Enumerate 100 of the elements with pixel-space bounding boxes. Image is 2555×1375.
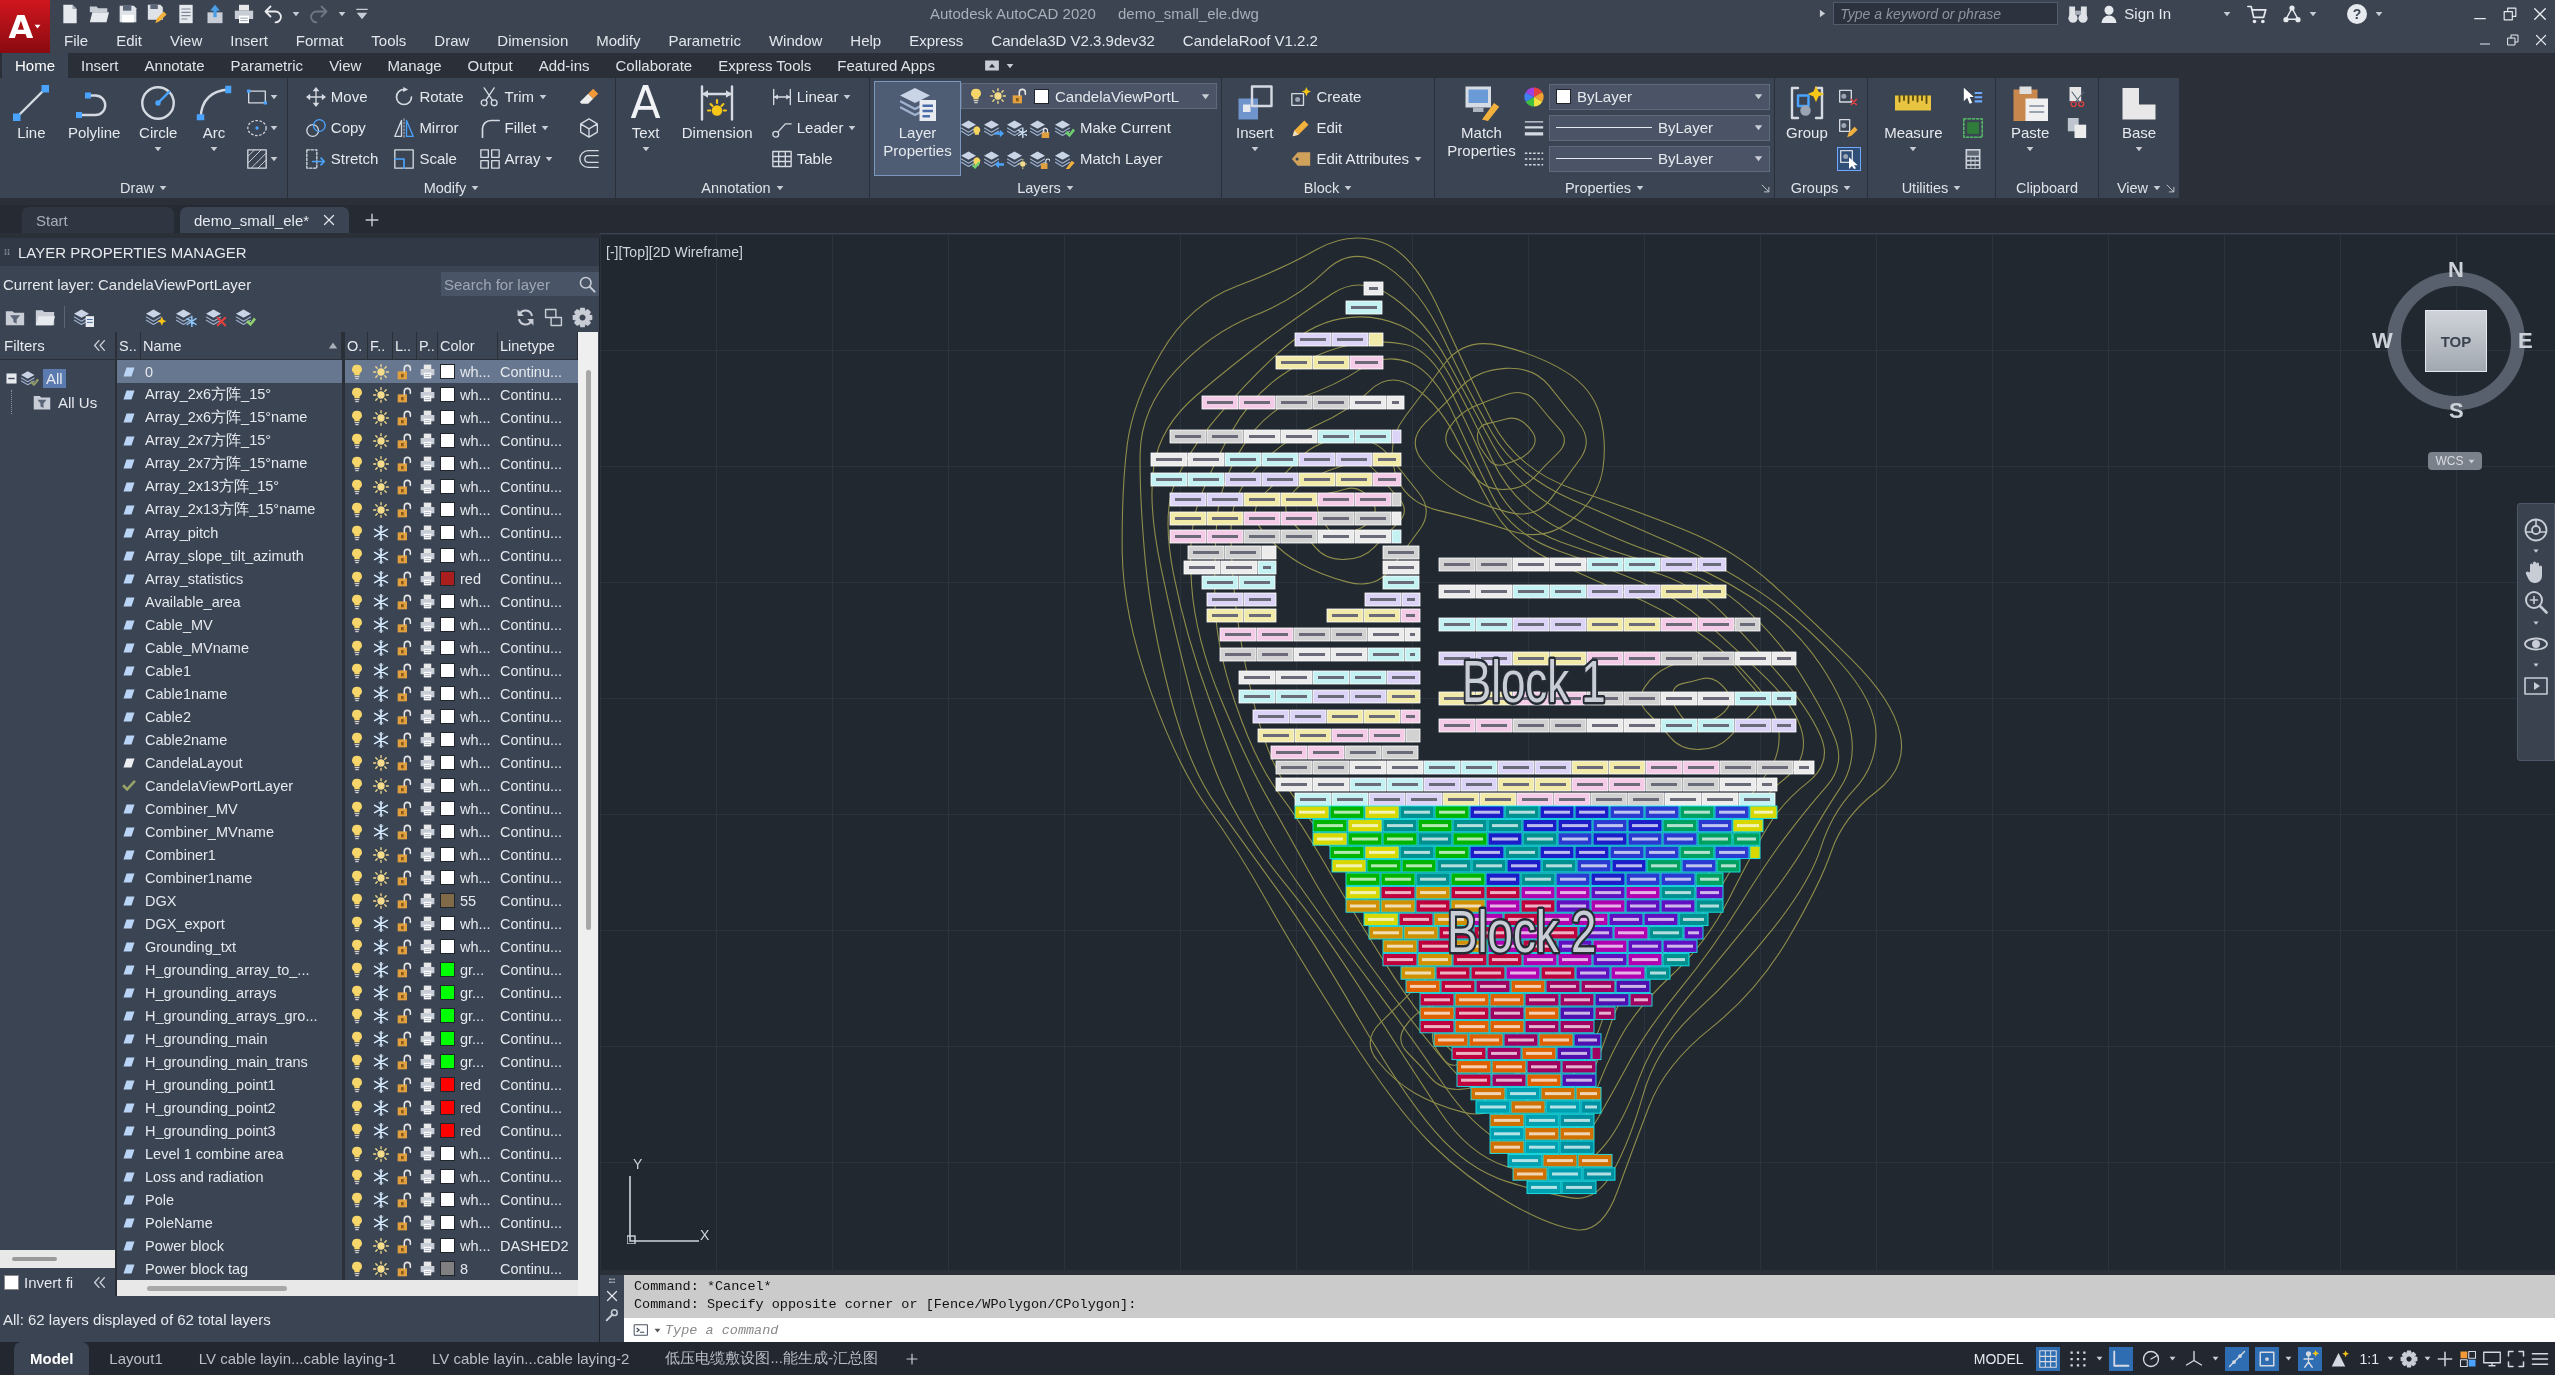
printer-icon[interactable] xyxy=(420,801,435,816)
snowflake-icon[interactable] xyxy=(372,731,389,748)
ribbon-button[interactable]: Match Properties xyxy=(1439,81,1524,176)
open-padlock-icon[interactable] xyxy=(397,984,413,1001)
open-padlock-icon[interactable] xyxy=(397,1260,413,1277)
caret-icon[interactable] xyxy=(2387,1355,2394,1362)
sun-icon[interactable] xyxy=(372,363,389,380)
sun-icon[interactable] xyxy=(372,409,389,426)
linetype-name[interactable]: Continu... xyxy=(498,662,578,679)
printer-icon[interactable] xyxy=(420,1077,435,1092)
open-padlock-icon[interactable] xyxy=(397,961,413,978)
linetype-name[interactable]: Continu... xyxy=(498,938,578,955)
open-padlock-icon[interactable] xyxy=(397,1076,413,1093)
viewport-control[interactable]: [2D Wireframe] xyxy=(648,244,743,260)
linetype-name[interactable]: Continu... xyxy=(498,1122,578,1139)
snowflake-icon[interactable] xyxy=(372,1030,389,1047)
linetype-name[interactable]: Continu... xyxy=(498,1145,578,1162)
open-padlock-icon[interactable] xyxy=(397,685,413,702)
linetype-name[interactable]: Continu... xyxy=(498,1099,578,1116)
color-swatch[interactable] xyxy=(440,1123,455,1138)
monitor-icon[interactable] xyxy=(2483,1349,2501,1368)
panel-title[interactable]: Block xyxy=(1303,180,1353,196)
caret-icon[interactable] xyxy=(2533,620,2539,626)
snowflake-icon[interactable] xyxy=(372,1191,389,1208)
dashed-square-icon[interactable] xyxy=(1962,117,1983,138)
color-swatch[interactable] xyxy=(440,663,455,678)
tool-button[interactable]: Make Current xyxy=(1053,112,1173,143)
file-tab[interactable]: demo_small_ele* xyxy=(180,207,350,233)
column-header[interactable]: P.. xyxy=(417,332,438,359)
tool-button[interactable]: Fillet xyxy=(477,112,556,143)
sun-icon[interactable] xyxy=(372,846,389,863)
linetype-name[interactable]: Continu... xyxy=(498,386,578,403)
linetype-name[interactable]: Continu... xyxy=(498,363,578,380)
color-swatch[interactable] xyxy=(440,387,455,402)
panel-title[interactable]: Draw xyxy=(120,180,167,196)
tool-button[interactable]: Move xyxy=(303,81,381,112)
linetype-name[interactable]: Continu... xyxy=(498,1260,578,1277)
horizontal-scrollbar[interactable] xyxy=(117,1280,578,1296)
linetype-name[interactable]: Continu... xyxy=(498,432,578,449)
snowflake-icon[interactable] xyxy=(372,616,389,633)
printer-icon[interactable] xyxy=(420,1192,435,1207)
tool-button[interactable]: Table xyxy=(769,143,859,174)
ribbon-button[interactable]: Measure xyxy=(1880,81,1947,176)
menu-item[interactable]: Express xyxy=(895,27,978,53)
layer-cross-icon[interactable] xyxy=(205,307,227,327)
triangle-nodes-icon[interactable] xyxy=(2283,4,2301,23)
upload-icon[interactable] xyxy=(205,3,225,24)
open-padlock-icon[interactable] xyxy=(397,1007,413,1024)
open-padlock-icon[interactable] xyxy=(397,478,413,495)
printer-icon[interactable] xyxy=(420,594,435,609)
caret-icon[interactable] xyxy=(338,9,346,18)
color-swatch[interactable] xyxy=(440,985,455,1000)
open-padlock-icon[interactable] xyxy=(397,524,413,541)
tool-button[interactable]: Copy xyxy=(303,112,381,143)
linetype-name[interactable]: Continu... xyxy=(498,915,578,932)
linetype-name[interactable]: Continu... xyxy=(498,1168,578,1185)
printer-icon[interactable] xyxy=(420,663,435,678)
linetype-name[interactable]: Continu... xyxy=(498,708,578,725)
snowflake-icon[interactable] xyxy=(372,685,389,702)
command-prompt-icon[interactable] xyxy=(632,1323,650,1337)
tool-button[interactable]: Match Layer xyxy=(1053,143,1165,174)
copy-pages-icon[interactable] xyxy=(2067,117,2088,138)
tool-button[interactable]: Mirror xyxy=(392,112,466,143)
linetype-name[interactable]: Continu... xyxy=(498,1214,578,1231)
customize-icon[interactable] xyxy=(355,6,369,21)
printer-icon[interactable] xyxy=(420,870,435,885)
snowflake-icon[interactable] xyxy=(372,1122,389,1139)
printer-icon[interactable] xyxy=(420,617,435,632)
linetype-name[interactable]: Continu... xyxy=(498,455,578,472)
printer-icon[interactable] xyxy=(420,1215,435,1230)
close-icon[interactable] xyxy=(2533,6,2547,21)
open-padlock-icon[interactable] xyxy=(397,639,413,656)
ribbon-tab[interactable]: View xyxy=(316,53,375,78)
printer-icon[interactable] xyxy=(420,640,435,655)
steering-wheel-icon[interactable] xyxy=(2524,518,2548,542)
linetype-dropdown[interactable]: ByLayer xyxy=(1549,145,1770,172)
tool-button[interactable]: Edit xyxy=(1289,112,1424,143)
open-padlock-icon[interactable] xyxy=(397,823,413,840)
filter-item[interactable]: All Us xyxy=(55,392,101,412)
folder-icon[interactable] xyxy=(34,307,56,327)
launcher-arrow-icon[interactable] xyxy=(1761,184,1770,193)
panel-title[interactable]: Groups xyxy=(1790,180,1852,196)
ribbon-button[interactable]: Paste xyxy=(2006,81,2054,176)
square-pencil-icon[interactable] xyxy=(1837,117,1858,138)
tool-button[interactable]: Create xyxy=(1289,81,1424,112)
plus-icon[interactable] xyxy=(365,213,380,227)
panel-title[interactable]: Utilities xyxy=(1901,180,1962,196)
panel-title[interactable]: Modify xyxy=(423,180,480,196)
wrench-icon[interactable] xyxy=(605,1308,619,1322)
sun-icon[interactable] xyxy=(372,386,389,403)
printer-icon[interactable] xyxy=(420,364,435,379)
color-swatch[interactable] xyxy=(440,479,455,494)
sun-icon[interactable] xyxy=(372,1237,389,1254)
sign-in-button[interactable]: Sign In xyxy=(2100,4,2171,23)
application-menu-button[interactable]: A xyxy=(0,0,50,53)
help-button[interactable]: ? xyxy=(2347,3,2367,24)
sun-icon[interactable] xyxy=(372,869,389,886)
settings-icon[interactable] xyxy=(2400,1349,2418,1368)
restore-icon[interactable] xyxy=(2507,34,2519,46)
open-padlock-icon[interactable] xyxy=(397,731,413,748)
